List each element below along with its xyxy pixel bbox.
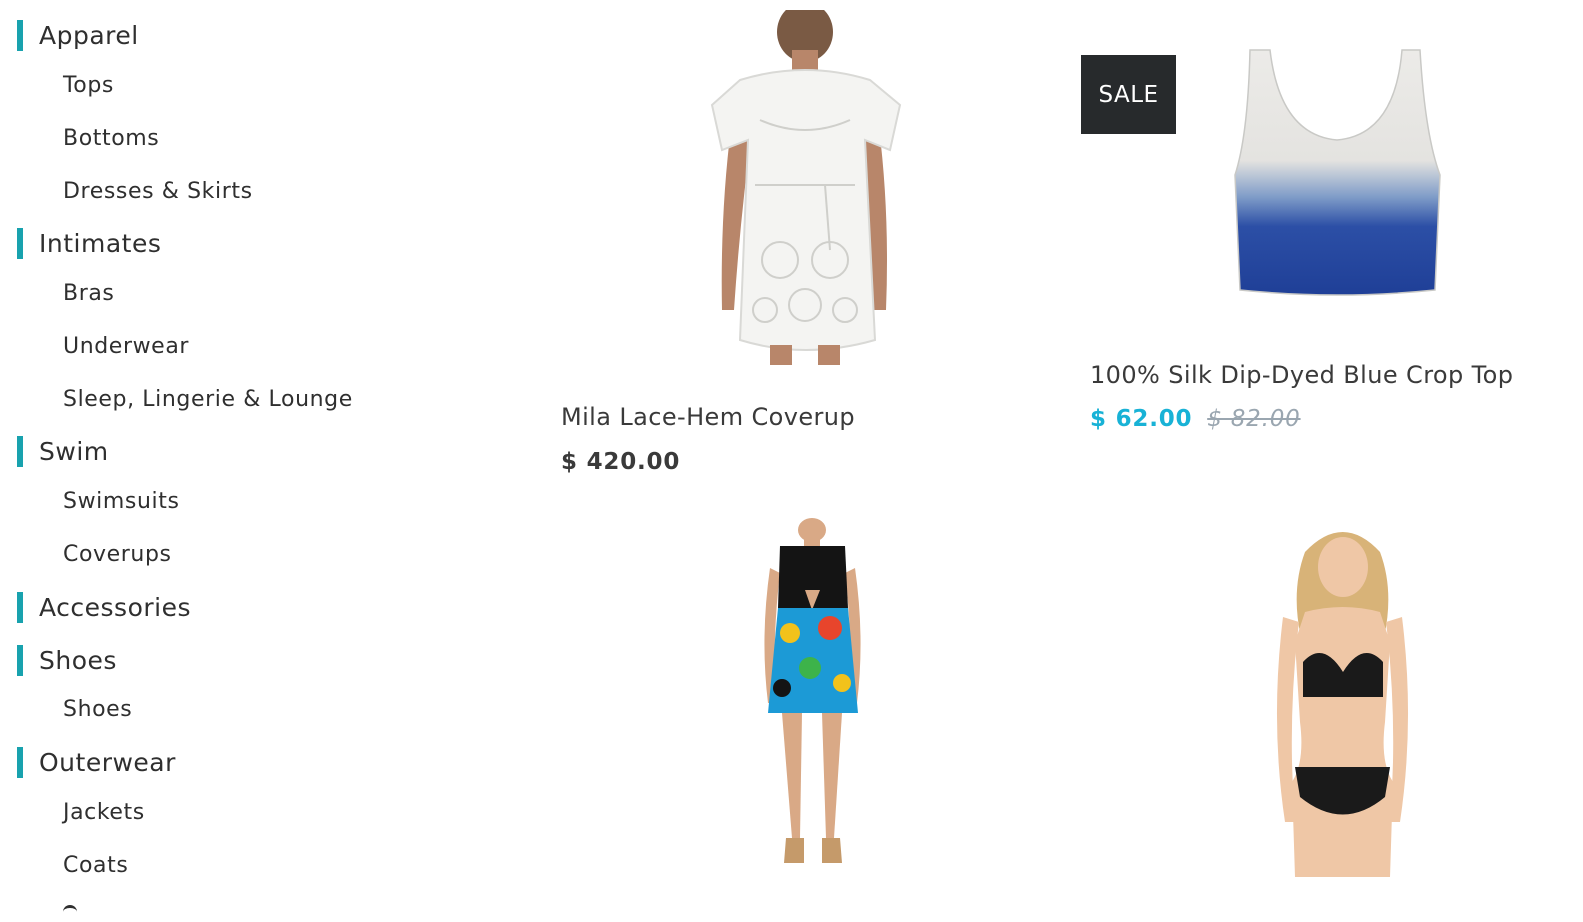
subcategory-shoes[interactable]: Shoes	[63, 697, 132, 723]
subcategory-tops[interactable]: Tops	[63, 73, 114, 99]
category-shoes[interactable]: Shoes	[17, 644, 117, 676]
subcategory-coats[interactable]: Coats	[63, 853, 128, 879]
product-price: $ 420.00	[561, 449, 681, 475]
crop-top-image[interactable]	[1230, 45, 1445, 300]
product-title[interactable]: 100% Silk Dip-Dyed Blue Crop Top	[1090, 361, 1513, 389]
product-title[interactable]: Mila Lace-Hem Coverup	[561, 403, 855, 431]
category-accent-bar	[17, 746, 23, 778]
category-accent-bar	[17, 19, 23, 51]
category-sidebar: Apparel Tops Bottoms Dresses & Skirts In…	[0, 0, 470, 922]
subcategory-jackets[interactable]: Jackets	[63, 800, 145, 826]
subcategory-dresses-skirts[interactable]: Dresses & Skirts	[63, 179, 253, 205]
category-label: Swim	[39, 436, 109, 466]
subcategory-coverups[interactable]: Coverups	[63, 542, 172, 568]
category-accent-bar	[17, 227, 23, 259]
clipped-subcategory-fragment	[63, 905, 77, 914]
subcategory-bras[interactable]: Bras	[63, 281, 114, 307]
black-bikini-image[interactable]	[1265, 522, 1420, 877]
category-swim[interactable]: Swim	[17, 435, 109, 467]
category-label: Outerwear	[39, 747, 176, 777]
category-intimates[interactable]: Intimates	[17, 227, 161, 259]
category-label: Intimates	[39, 228, 162, 258]
original-price: $ 82.00	[1207, 406, 1301, 432]
category-label: Apparel	[39, 20, 139, 50]
category-outerwear[interactable]: Outerwear	[17, 746, 176, 778]
category-accent-bar	[17, 644, 23, 676]
sale-badge: SALE	[1081, 55, 1176, 134]
category-accessories[interactable]: Accessories	[17, 591, 191, 623]
category-apparel[interactable]: Apparel	[17, 19, 139, 51]
subcategory-bottoms[interactable]: Bottoms	[63, 126, 159, 152]
category-label: Accessories	[39, 592, 192, 622]
category-accent-bar	[17, 591, 23, 623]
floral-romper-image[interactable]	[750, 518, 875, 873]
subcategory-swimsuits[interactable]: Swimsuits	[63, 489, 180, 515]
product-price: $ 62.00 $ 82.00	[1090, 406, 1301, 432]
subcategory-sleep-lingerie-lounge[interactable]: Sleep, Lingerie & Lounge	[63, 387, 353, 413]
lace-coverup-image[interactable]	[700, 10, 910, 365]
sale-price: $ 62.00	[1090, 406, 1193, 432]
category-accent-bar	[17, 435, 23, 467]
subcategory-underwear[interactable]: Underwear	[63, 334, 189, 360]
category-label: Shoes	[39, 645, 117, 675]
